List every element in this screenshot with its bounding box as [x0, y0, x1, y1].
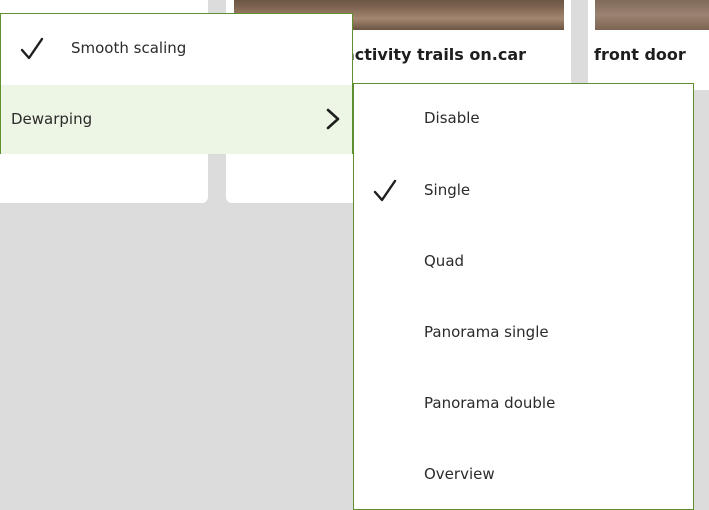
submenu-item-disable[interactable]: Disable: [354, 84, 693, 154]
submenu-item-quad[interactable]: Quad: [354, 227, 693, 297]
menu-item-label: Dewarping: [11, 110, 93, 128]
submenu-item-label: Quad: [424, 252, 465, 270]
menu-item-smooth-scaling[interactable]: Smooth scaling: [1, 14, 352, 84]
submenu-item-panorama-single[interactable]: Panorama single: [354, 298, 693, 368]
submenu-item-label: Panorama single: [424, 323, 549, 341]
dewarping-submenu: Disable Single Quad Panorama single Pano…: [353, 83, 694, 510]
submenu-item-overview[interactable]: Overview: [354, 440, 693, 510]
check-icon: [373, 179, 397, 202]
context-menu: Smooth scaling Dewarping: [0, 13, 353, 154]
menu-item-dewarping[interactable]: Dewarping: [1, 85, 352, 154]
submenu-item-label: Overview: [424, 465, 495, 483]
menu-item-label: Smooth scaling: [71, 39, 187, 57]
submenu-item-single[interactable]: Single: [354, 156, 693, 226]
chevron-right-icon: [326, 108, 340, 130]
check-icon: [20, 37, 44, 60]
submenu-item-label: Disable: [424, 109, 480, 127]
submenu-item-label: Single: [424, 181, 471, 199]
camera-thumbnail: [595, 0, 709, 30]
workspace: activity trails on.car front door Smooth…: [0, 0, 709, 510]
submenu-item-panorama-double[interactable]: Panorama double: [354, 369, 693, 439]
camera-title: activity trails on.car: [344, 45, 527, 64]
submenu-item-label: Panorama double: [424, 394, 556, 412]
camera-title: front door: [594, 45, 686, 64]
